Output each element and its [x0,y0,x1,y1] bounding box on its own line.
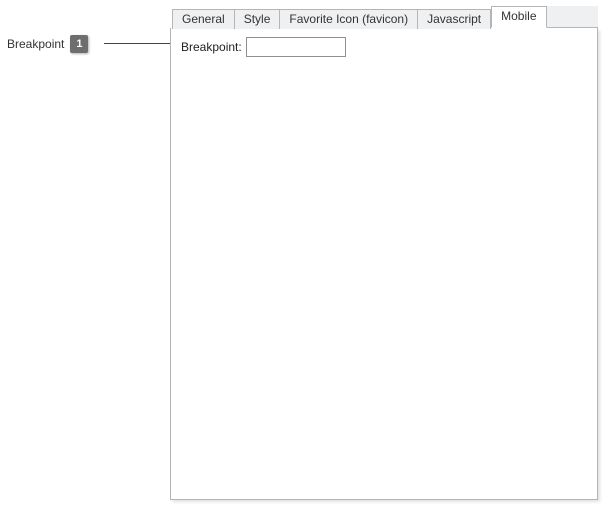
callout-connector-line [104,43,176,44]
tab-javascript[interactable]: Javascript [418,9,491,29]
tab-mobile-body: Breakpoint: [170,28,598,500]
tab-strip-fill [547,6,599,28]
row-breakpoint: Breakpoint: [181,37,587,57]
callout-breakpoint: Breakpoint 1 [7,34,88,54]
tab-strip: General Style Favorite Icon (favicon) Ja… [170,6,598,28]
settings-panel: General Style Favorite Icon (favicon) Ja… [170,6,598,500]
tab-mobile[interactable]: Mobile [491,6,546,28]
breakpoint-input[interactable] [246,37,346,57]
breakpoint-label: Breakpoint: [181,40,242,54]
callout-number-badge: 1 [70,35,88,53]
root: Breakpoint 1 General Style Favorite Icon… [0,0,604,507]
tab-style[interactable]: Style [235,9,281,29]
tab-general[interactable]: General [172,9,235,29]
callout-label: Breakpoint [7,37,64,51]
tab-favicon[interactable]: Favorite Icon (favicon) [280,9,418,29]
